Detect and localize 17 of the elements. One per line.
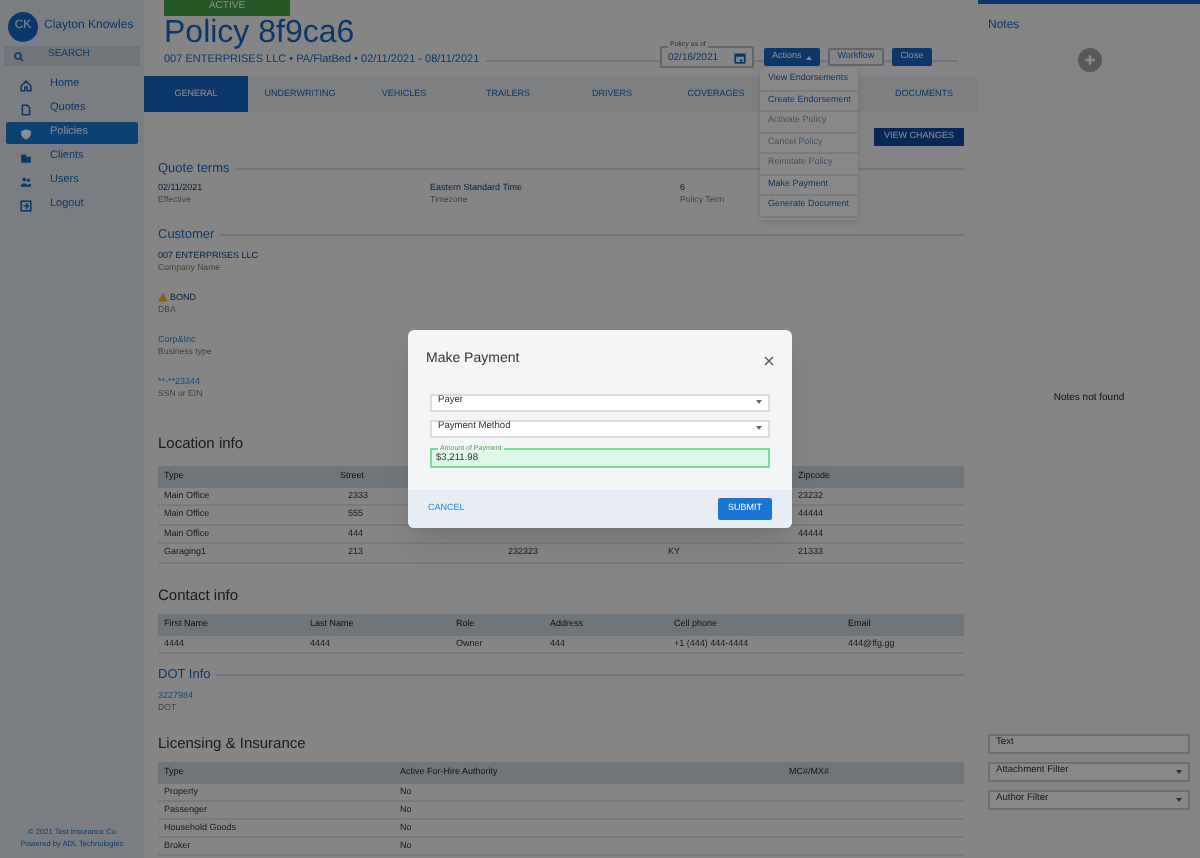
plus-icon — [1083, 54, 1095, 66]
dropdown-arrow-icon — [756, 426, 762, 430]
close-icon[interactable] — [764, 355, 774, 366]
dropdown-arrow-icon — [1176, 769, 1182, 773]
logout-icon — [20, 199, 32, 211]
shield-icon — [20, 127, 32, 139]
people-icon — [20, 175, 32, 187]
policy-title: Policy 8f9ca6 — [164, 16, 355, 52]
calendar-icon[interactable] — [734, 51, 746, 63]
search-icon — [14, 51, 24, 61]
warning-icon — [158, 292, 168, 302]
dropdown-arrow-icon — [1176, 797, 1182, 801]
home-icon — [20, 79, 32, 91]
dropdown-arrow-icon — [756, 400, 762, 404]
document-icon — [20, 103, 32, 115]
add-note-button[interactable] — [1077, 48, 1101, 72]
buildings-icon — [20, 151, 32, 163]
